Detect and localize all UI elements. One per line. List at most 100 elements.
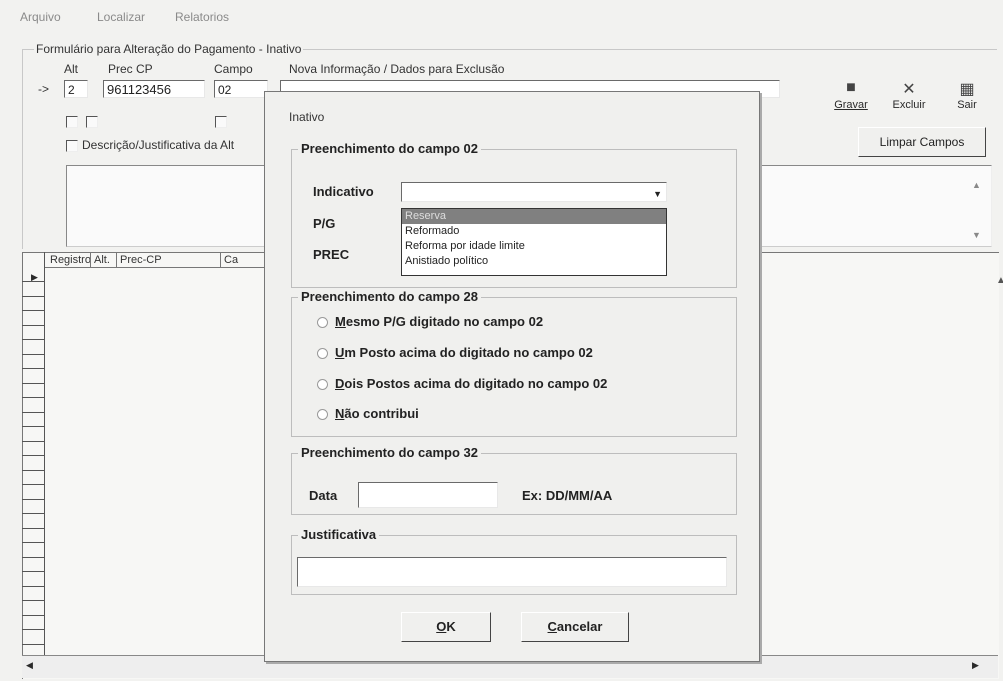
- grid-row-separator: [22, 413, 44, 427]
- scroll-down-icon[interactable]: ▼: [972, 230, 981, 240]
- accesskey-m: M: [335, 314, 346, 329]
- pg-label: P/G: [313, 216, 336, 231]
- gravar-button[interactable]: ■ Gravar: [830, 75, 872, 115]
- dropdown-option-reserva[interactable]: Reserva: [402, 209, 666, 224]
- grid-row-separator: [22, 312, 44, 326]
- radio-dois-postos-text: ois Postos acima do digitado no campo 02: [344, 376, 608, 391]
- grid-row-separator: [22, 370, 44, 384]
- grid-row-separator: [22, 558, 44, 572]
- prec-label: PREC: [313, 247, 350, 262]
- grid-row-separator: [22, 616, 44, 630]
- radio-dois-postos[interactable]: [317, 379, 328, 390]
- grid-header-prec-cp[interactable]: Prec-CP: [120, 254, 162, 266]
- grid-header-campo[interactable]: Ca: [224, 254, 238, 266]
- radio-mesmo-pg[interactable]: [317, 317, 328, 328]
- data-field[interactable]: [358, 482, 498, 508]
- justificativa-group-title: Justificativa: [298, 527, 380, 542]
- grid-header: Registro Alt. Prec-CP Ca: [44, 252, 264, 268]
- grid-header-alt[interactable]: Alt.: [94, 254, 110, 266]
- scroll-right-icon[interactable]: ▶: [972, 660, 979, 671]
- grid-row-separator: [22, 529, 44, 543]
- col-nova-label: Nova Informação / Dados para Exclusão: [289, 62, 505, 76]
- grid-row-separator: [22, 515, 44, 529]
- grid-row-separator: [22, 500, 44, 514]
- grid-row-separator: [22, 341, 44, 355]
- dropdown-option-anistiado[interactable]: Anistiado político: [402, 254, 666, 269]
- accesskey-c: C: [547, 619, 557, 634]
- current-row-arrow: ->: [38, 82, 50, 96]
- grid-row-separator: [22, 544, 44, 558]
- grid-row-separator: [22, 268, 44, 282]
- scroll-up-icon[interactable]: ▲: [972, 180, 981, 190]
- grid-row-separator: [22, 573, 44, 587]
- radio-um-posto[interactable]: [317, 348, 328, 359]
- excluir-label: Excluir: [892, 99, 926, 111]
- radio-mesmo-pg-text: esmo P/G digitado no campo 02: [345, 314, 544, 329]
- radio-dois-postos-label[interactable]: Dois Postos acima do digitado no campo 0…: [335, 376, 607, 391]
- campo-field[interactable]: 02: [214, 80, 268, 98]
- grid-row-separator: [22, 471, 44, 485]
- menu-localizar[interactable]: Localizar: [97, 10, 145, 24]
- gravar-label: Gravar: [834, 99, 868, 111]
- grid-col-sep: [116, 253, 117, 267]
- sair-button[interactable]: ▦ Sair: [946, 75, 988, 115]
- exit-door-icon: ▦: [959, 81, 975, 98]
- cancelar-text: ancelar: [556, 619, 603, 634]
- grid-row-separator: [22, 283, 44, 297]
- accesskey-o: O: [436, 619, 447, 634]
- chevron-down-icon[interactable]: ▼: [653, 185, 662, 203]
- sair-label: Sair: [957, 99, 977, 111]
- save-icon: ■: [846, 79, 856, 96]
- grid-header-registro[interactable]: Registro: [50, 254, 91, 266]
- inativo-dialog: Inativo Preenchimento do campo 02 Indica…: [264, 91, 760, 662]
- grid-scroll-up-icon[interactable]: ▲: [996, 275, 1003, 286]
- cancelar-button[interactable]: Cancelar: [521, 612, 629, 642]
- limpar-campos-button[interactable]: Limpar Campos: [858, 127, 986, 157]
- prec-checkbox[interactable]: [86, 116, 98, 128]
- indicativo-dropdown[interactable]: ▼: [401, 182, 667, 202]
- grid-col-sep: [90, 253, 91, 267]
- grid-row-separator: [22, 384, 44, 398]
- grid-row-separator: [22, 355, 44, 369]
- grid-row-separator: [22, 457, 44, 471]
- radio-mesmo-pg-label[interactable]: Mesmo P/G digitado no campo 02: [335, 314, 543, 329]
- dialog-title: Inativo: [289, 110, 325, 124]
- alt-field[interactable]: 2: [64, 80, 88, 98]
- grid-row-separator: [22, 297, 44, 311]
- ok-button[interactable]: OK: [401, 612, 491, 642]
- dropdown-option-reforma-idade[interactable]: Reforma por idade limite: [402, 239, 666, 254]
- grid-row-separator: [22, 486, 44, 500]
- campo-checkbox[interactable]: [215, 116, 227, 128]
- data-format-hint: Ex: DD/MM/AA: [522, 488, 613, 503]
- radio-nao-contribui[interactable]: [317, 409, 328, 420]
- col-campo-label: Campo: [214, 62, 253, 76]
- justificativa-field[interactable]: [297, 557, 727, 587]
- grid-row-separator: [22, 326, 44, 340]
- grid-row-separator: [22, 399, 44, 413]
- grid-col-sep: [220, 253, 221, 267]
- grid-row-separator: [22, 587, 44, 601]
- radio-nao-contribui-label[interactable]: Não contribui: [335, 406, 419, 421]
- dropdown-option-reformado[interactable]: Reformado: [402, 224, 666, 239]
- menu-bar: Arquivo Localizar Relatorios: [0, 0, 1003, 28]
- grid-row-separator: [22, 442, 44, 456]
- accesskey-n: N: [335, 406, 345, 421]
- col-alt-label: Alt: [64, 62, 79, 76]
- delete-icon: ✕: [902, 81, 916, 98]
- prec-cp-field[interactable]: 961123456: [103, 80, 205, 98]
- excluir-button[interactable]: ✕ Excluir: [888, 75, 930, 115]
- grid-row-separator: [22, 428, 44, 442]
- radio-um-posto-label[interactable]: Um Posto acima do digitado no campo 02: [335, 345, 593, 360]
- menu-relatorios[interactable]: Relatorios: [175, 10, 229, 24]
- scroll-left-icon[interactable]: ◀: [26, 660, 33, 671]
- descricao-checkbox[interactable]: [66, 140, 78, 152]
- form-title: Formulário para Alteração do Pagamento -…: [34, 42, 304, 56]
- radio-nao-contribui-text: ão contribui: [344, 406, 419, 421]
- alt-checkbox[interactable]: [66, 116, 78, 128]
- campo-28-group-title: Preenchimento do campo 28: [298, 289, 481, 304]
- col-prec-label: Prec CP: [108, 62, 153, 76]
- indicativo-label: Indicativo: [313, 184, 374, 199]
- menu-arquivo[interactable]: Arquivo: [20, 10, 61, 24]
- indicativo-dropdown-list: Reserva Reformado Reforma por idade limi…: [401, 208, 667, 276]
- ok-text: K: [446, 619, 456, 634]
